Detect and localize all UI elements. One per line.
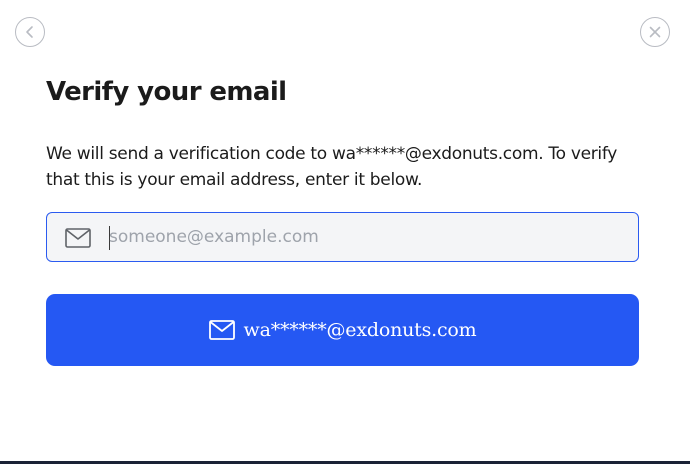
chevron-left-icon — [26, 26, 33, 38]
verify-email-dialog: Verify your email We will send a verific… — [0, 0, 690, 464]
mail-icon — [208, 320, 235, 340]
send-code-button[interactable]: wa******@exdonuts.com — [46, 294, 639, 366]
verification-description: We will send a verification code to wa**… — [46, 144, 618, 190]
email-input[interactable] — [109, 213, 609, 261]
close-button[interactable] — [640, 17, 670, 47]
back-button[interactable] — [15, 17, 45, 47]
close-icon — [649, 26, 661, 38]
mail-icon — [65, 228, 91, 248]
send-code-button-label: wa******@exdonuts.com — [243, 319, 477, 341]
email-field[interactable] — [46, 212, 639, 262]
page-title: Verify your email — [46, 77, 287, 107]
